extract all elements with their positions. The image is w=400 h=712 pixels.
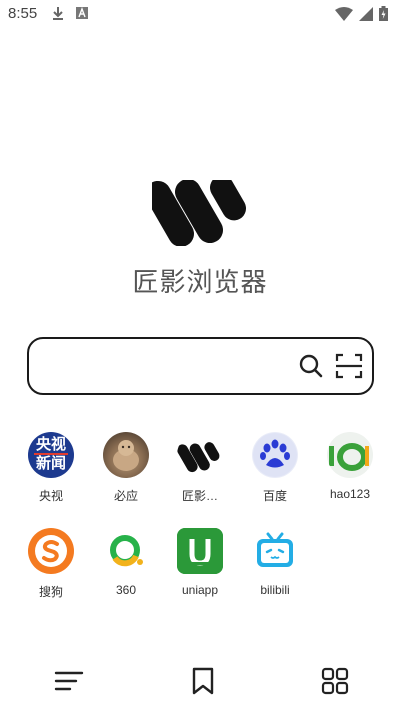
shortcut-label: 360 — [115, 583, 137, 597]
search-icon[interactable] — [298, 353, 324, 379]
shortcut-label: hao123 — [329, 487, 371, 501]
grid-icon[interactable] — [320, 666, 350, 696]
status-time: 8:55 — [8, 5, 38, 22]
shortcut-uniapp[interactable]: uniapp — [163, 528, 237, 597]
shortcut-label: uniapp — [181, 583, 219, 597]
bookmark-icon[interactable] — [188, 666, 218, 696]
shortcut-baidu[interactable]: 百度 — [238, 432, 312, 504]
shortcut-bilibili[interactable]: bilibili — [238, 528, 312, 597]
baidu-paw-icon — [252, 432, 298, 478]
shortcut-label: 央视 — [38, 489, 63, 503]
uniapp-icon — [177, 528, 223, 574]
sogou-icon — [28, 528, 74, 574]
shortcut-label: 百度 — [262, 489, 287, 503]
360-icon — [103, 528, 149, 574]
download-icon — [52, 6, 64, 25]
hao123-icon — [327, 432, 373, 478]
shortcut-cctv[interactable]: 央视 新闻 央视 — [14, 432, 88, 504]
wifi-icon — [335, 6, 353, 26]
bottom-bar — [0, 660, 400, 712]
scan-icon[interactable] — [335, 353, 363, 379]
menu-icon[interactable] — [54, 666, 84, 696]
a-icon — [76, 6, 88, 24]
w-logo-icon — [177, 432, 223, 478]
shortcut-sogou[interactable]: 搜狗 — [14, 528, 88, 600]
shortcut-label: bilibili — [260, 583, 290, 597]
app-logo — [145, 175, 248, 247]
search-input[interactable] — [43, 353, 293, 379]
shortcut-jiangying[interactable]: 匠影… — [163, 432, 237, 504]
app-title: 匠影浏览器 — [132, 267, 268, 297]
search-box[interactable] — [27, 337, 374, 395]
battery-icon — [379, 6, 388, 26]
shortcut-bing[interactable]: 必应 — [89, 432, 163, 504]
bing-icon — [103, 432, 149, 478]
shortcut-label: 搜狗 — [38, 585, 63, 599]
cctv-badge-bottom: 新闻 — [35, 455, 66, 472]
status-bar: 8:55 — [0, 0, 400, 28]
cctv-news-icon: 央视 新闻 — [28, 432, 74, 478]
shortcut-label: 匠影… — [181, 489, 218, 503]
cctv-badge-top: 央视 — [35, 436, 66, 453]
shortcut-360[interactable]: 360 — [89, 528, 163, 597]
bilibili-icon — [252, 528, 298, 574]
shortcut-label: 必应 — [113, 489, 138, 503]
signal-icon — [359, 6, 373, 26]
shortcut-hao123[interactable]: hao123 — [313, 432, 387, 501]
